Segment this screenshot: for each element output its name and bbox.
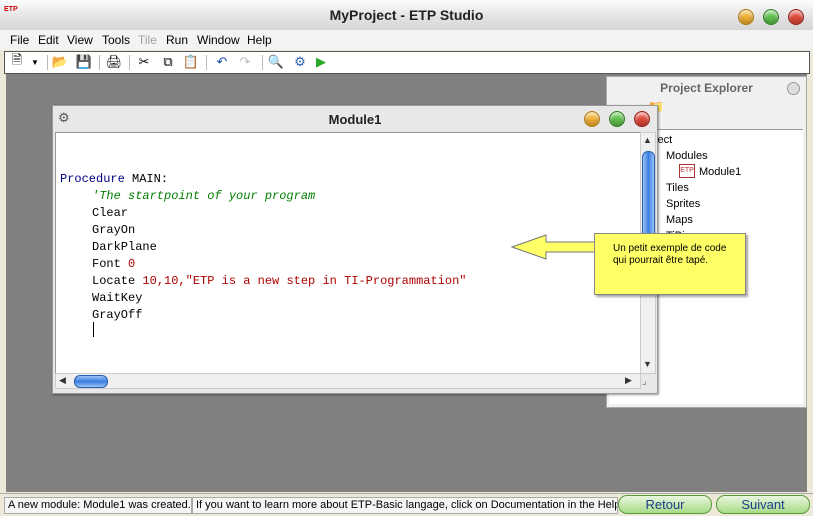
tree-item-sprites[interactable]: Sprites — [666, 198, 700, 210]
code-number: 0 — [128, 257, 136, 271]
status-message: A new module: Module1 was created. — [4, 497, 192, 514]
code-comment: 'The startpoint of your program — [92, 189, 316, 203]
explorer-title: Project Explorer — [660, 81, 753, 95]
back-button[interactable]: Retour — [618, 495, 712, 514]
status-bar: A new module: Module1 was created. If yo… — [0, 493, 813, 516]
resize-grip-icon[interactable]: ⌟ — [642, 376, 647, 387]
save-icon[interactable]: 💾 — [75, 53, 93, 71]
menu-tile: Tile — [138, 33, 157, 47]
tree-item-module1[interactable]: Module1 — [699, 166, 741, 178]
find-icon[interactable]: 🔍 — [267, 53, 285, 71]
menu-window[interactable]: Window — [197, 33, 240, 47]
code-line: GrayOff — [92, 308, 143, 322]
code-line: 'The startpoint of your program — [92, 189, 315, 203]
horizontal-scrollbar[interactable]: ◀ ▶ — [55, 373, 641, 389]
toolbar-separator — [99, 55, 100, 70]
tree-item-modules[interactable]: Modules — [666, 150, 708, 162]
module-close-button[interactable] — [634, 111, 650, 127]
open-folder-icon[interactable]: 📂 — [51, 53, 69, 71]
print-icon[interactable]: 🖨 — [105, 53, 123, 71]
scroll-up-icon[interactable]: ▲ — [643, 135, 652, 145]
code-line: DarkPlane — [92, 240, 157, 254]
dropdown-arrow-icon[interactable]: ▼ — [26, 53, 44, 71]
compile-icon[interactable]: ⚙ — [291, 53, 309, 71]
redo-icon: ↷ — [239, 54, 251, 69]
maximize-button[interactable] — [763, 9, 779, 25]
title-bar: ETP MyProject - ETP Studio — [0, 0, 813, 31]
scroll-down-icon[interactable]: ▼ — [643, 359, 652, 369]
scroll-right-icon[interactable]: ▶ — [625, 375, 632, 386]
code-keyword: Procedure — [60, 172, 125, 186]
explorer-close-button[interactable] — [787, 82, 800, 95]
tree-item-tiles[interactable]: Tiles — [666, 182, 689, 194]
code-line: Procedure MAIN: — [60, 172, 168, 186]
close-button[interactable] — [788, 9, 804, 25]
toolbar-separator — [129, 55, 130, 70]
tutorial-callout: Un petit exemple de code qui pourrait êt… — [594, 233, 746, 295]
toolbar: 🗎 ▼ 📂 💾 🖨 ✂ ⧉ 📋 ↶ ↷ 🔍 ⚙ ▶ — [4, 51, 810, 74]
next-button[interactable]: Suivant — [716, 495, 810, 514]
menu-run[interactable]: Run — [166, 33, 188, 47]
horizontal-scroll-thumb[interactable] — [74, 375, 108, 388]
code-string: "ETP is a new step in TI-Programmation" — [185, 274, 467, 288]
code-line: WaitKey — [92, 291, 143, 305]
code-line: Clear — [92, 206, 129, 220]
code-line: Font 0 — [92, 257, 135, 271]
menu-file[interactable]: File — [10, 33, 29, 47]
minimize-button[interactable] — [738, 9, 754, 25]
callout-arrow-icon — [510, 234, 599, 260]
code-number: 10,10, — [142, 274, 186, 288]
menu-help[interactable]: Help — [247, 33, 272, 47]
code-text: Locate — [92, 274, 143, 288]
toolbar-separator — [206, 55, 207, 70]
module-title: Module1 — [328, 112, 382, 127]
module-maximize-button[interactable] — [609, 111, 625, 127]
toolbar-separator — [47, 55, 48, 70]
module-file-icon: ETP — [679, 164, 695, 178]
code-line: GrayOn — [92, 223, 136, 237]
menu-tools[interactable]: Tools — [102, 33, 130, 47]
paste-icon[interactable]: 📋 — [182, 53, 200, 71]
tree-item-maps[interactable]: Maps — [666, 214, 693, 226]
callout-text: Un petit exemple de code qui pourrait êt… — [613, 243, 727, 266]
cut-icon[interactable]: ✂ — [135, 53, 153, 71]
new-file-icon[interactable]: 🗎 — [8, 52, 26, 71]
menu-view[interactable]: View — [67, 33, 93, 47]
menu-bar: File Edit View Tools Tile Run Window Hel… — [0, 30, 813, 50]
run-icon[interactable]: ▶ — [312, 53, 330, 71]
window-title: MyProject - ETP Studio — [329, 7, 484, 23]
undo-icon[interactable]: ↶ — [213, 53, 231, 71]
code-text: MAIN: — [124, 172, 169, 186]
module-minimize-button[interactable] — [584, 111, 600, 127]
code-line: Locate 10,10,"ETP is a new step in TI-Pr… — [92, 274, 467, 288]
scroll-left-icon[interactable]: ◀ — [59, 375, 66, 386]
code-text: Font — [92, 257, 129, 271]
toolbar-separator — [262, 55, 263, 70]
menu-edit[interactable]: Edit — [38, 33, 59, 47]
text-caret — [93, 322, 94, 337]
copy-icon[interactable]: ⧉ — [159, 53, 177, 71]
status-help-hint: If you want to learn more about ETP-Basi… — [192, 497, 618, 514]
